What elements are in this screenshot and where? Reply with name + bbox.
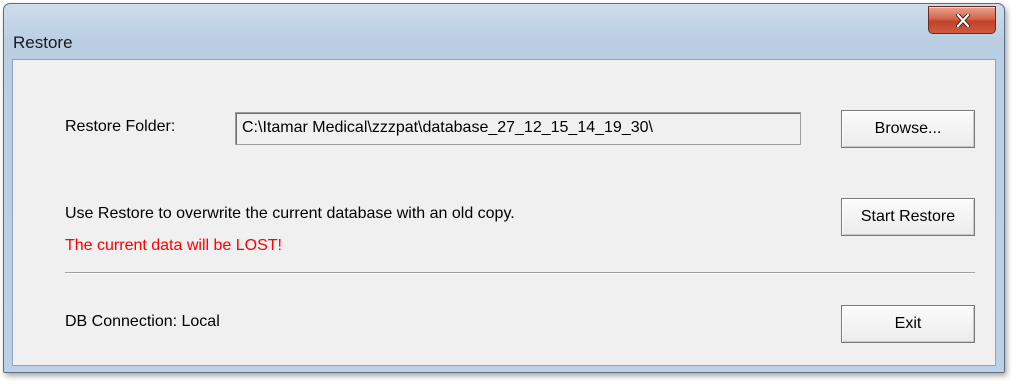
db-connection-status: DB Connection: Local bbox=[65, 313, 220, 330]
data-loss-warning: The current data will be LOST! bbox=[65, 237, 282, 254]
dialog-body: Restore Folder: C:\Itamar Medical\zzzpat… bbox=[12, 59, 996, 366]
restore-folder-label: Restore Folder: bbox=[65, 118, 176, 135]
window-title: Restore bbox=[13, 33, 73, 52]
restore-folder-field[interactable]: C:\Itamar Medical\zzzpat\database_27_12_… bbox=[235, 112, 801, 145]
close-icon bbox=[956, 14, 970, 27]
divider bbox=[65, 272, 975, 274]
exit-button[interactable]: Exit bbox=[841, 305, 975, 343]
restore-dialog: Restore Restore Folder: C:\Itamar Medica… bbox=[3, 3, 1005, 373]
close-button[interactable] bbox=[928, 6, 996, 34]
browse-button[interactable]: Browse... bbox=[841, 110, 975, 148]
restore-info-text: Use Restore to overwrite the current dat… bbox=[65, 205, 515, 222]
start-restore-button[interactable]: Start Restore bbox=[841, 198, 975, 236]
title-bar[interactable]: Restore bbox=[4, 4, 1004, 64]
